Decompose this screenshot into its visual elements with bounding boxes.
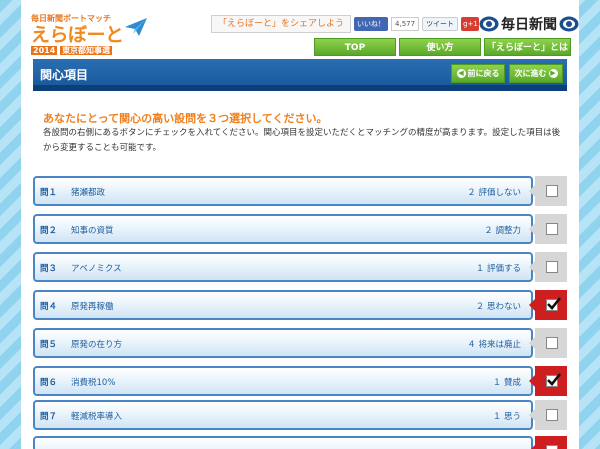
question-number: 問６ [40,378,58,388]
question-label: 原発再稼働 [71,302,114,312]
checkbox-box [546,297,561,311]
question-bar[interactable]: 問３ アベノミクス １ 評価する [33,252,533,282]
facebook-like-count: 4,577 [391,17,420,31]
checkmark-icon [547,297,561,310]
tweet-button[interactable]: ツイート [422,17,459,31]
question-answer: １ 賛成 [492,378,521,388]
nav-howto[interactable]: 使い方 [399,38,481,56]
checkbox-box [546,409,558,421]
question-label: アベノミクス [71,264,122,274]
google-plus-button[interactable]: g+1 [461,17,480,31]
question-bar[interactable]: 問２ 知事の資質 ２ 調整力 [33,214,533,244]
question-number: 問１ [40,188,58,198]
question-row: 問３ アベノミクス １ 評価する [33,252,567,282]
interest-checkbox[interactable] [529,366,567,396]
question-number: 問７ [40,412,58,422]
question-bar[interactable]: 問６ 消費税10% １ 賛成 [33,366,533,396]
facebook-like-button[interactable]: いいね！ [354,17,389,31]
question-bar[interactable]: 問５ 原発の在り方 ４ 将来は廃止 [33,328,533,358]
question-row: 問５ 原発の在り方 ４ 将来は廃止 [33,328,567,358]
question-bar[interactable]: 問７ 軽減税率導入 １ 思う [33,400,533,430]
checkbox-box [546,445,558,449]
logo-year-line: 2014 東京都知事選 [31,46,141,56]
paper-plane-icon [125,18,147,36]
question-bar[interactable]: 問１ 猪瀬都政 ２ 評価しない [33,176,533,206]
interest-checkbox[interactable] [529,328,567,358]
mainichi-brand: 毎日新聞 [501,17,557,33]
checkmark-icon [547,373,561,386]
question-answer: ２ 評価しない [467,188,521,198]
interest-checkbox[interactable] [529,290,567,320]
prev-label: 前に戻る [467,69,500,78]
prev-button[interactable]: ◀ 前に戻る [451,64,505,83]
question-number: 問４ [40,302,58,312]
checkbox-box [546,261,558,273]
mainichi-eye-icon [479,16,499,32]
interest-checkbox[interactable] [529,214,567,244]
interest-checkbox[interactable] [529,400,567,430]
mainichi-eye-icon-right [559,16,579,32]
question-label: 原発の在り方 [71,340,123,350]
question-label: 知事の資質 [71,226,114,236]
logo-election: 東京都知事選 [60,46,113,55]
checkbox-box [546,373,561,387]
interest-checkbox[interactable] [529,252,567,282]
share-bar: 「えらぼーと」をシェアしよう いいね！ 4,577 ツイート g+1 [211,15,480,33]
question-label: 消費税10% [71,378,116,388]
question-answer: １ 評価する [475,264,521,274]
nav-top[interactable]: TOP [314,38,396,56]
next-button[interactable]: 次に進む ▶ [509,64,563,83]
page-title: 関心項目 [40,68,89,82]
question-number: 問２ [40,226,58,236]
question-answer: ２ 調整力 [484,226,521,236]
question-label: 猪瀬都政 [71,188,106,198]
question-number: 問３ [40,264,58,274]
question-row: 問２ 知事の資質 ２ 調整力 [33,214,567,244]
question-row [33,436,567,449]
nav-about[interactable]: 「えらぼーと」とは [484,38,571,56]
question-row: 問７ 軽減税率導入 １ 思う [33,400,567,430]
instruction-heading: あなたにとって関心の高い設問を３つ選択してください。 [43,112,328,125]
checkbox-box [546,337,558,349]
instruction-text: 各設問の右側にあるボタンにチェックを入れてください。関心項目を設定いただくとマッ… [43,128,561,153]
checkbox-box [546,185,558,197]
question-number: 問５ [40,340,58,350]
next-label: 次に進む [514,69,547,78]
question-label: 軽減税率導入 [71,412,123,422]
question-answer: １ 思う [492,412,521,422]
interest-checkbox[interactable] [529,436,567,449]
question-row: 問４ 原発再稼働 ２ 思わない [33,290,567,320]
main-nav: TOP 使い方 「えらぼーと」とは [314,38,571,56]
chevron-left-icon: ◀ [456,69,466,78]
question-answer: ４ 将来は廃止 [467,340,521,350]
share-label: 「えらぼーと」をシェアしよう [211,15,352,33]
checkbox-box [546,223,558,235]
question-bar[interactable] [33,436,533,449]
question-row: 問１ 猪瀬都政 ２ 評価しない [33,176,567,206]
question-bar[interactable]: 問４ 原発再稼働 ２ 思わない [33,290,533,320]
logo-year: 2014 [31,46,58,55]
page: 毎日新聞ボートマッチ えらぼーと 2014 東京都知事選 「えらぼーと」をシェア… [21,0,579,449]
section-title-bar: 関心項目 ◀ 前に戻る 次に進む ▶ [33,59,567,91]
question-row: 問６ 消費税10% １ 賛成 [33,366,567,396]
interest-checkbox[interactable] [529,176,567,206]
question-answer: ２ 思わない [475,302,521,312]
mainichi-logo[interactable]: 毎日新聞 [479,13,579,35]
chevron-right-icon: ▶ [548,69,558,78]
